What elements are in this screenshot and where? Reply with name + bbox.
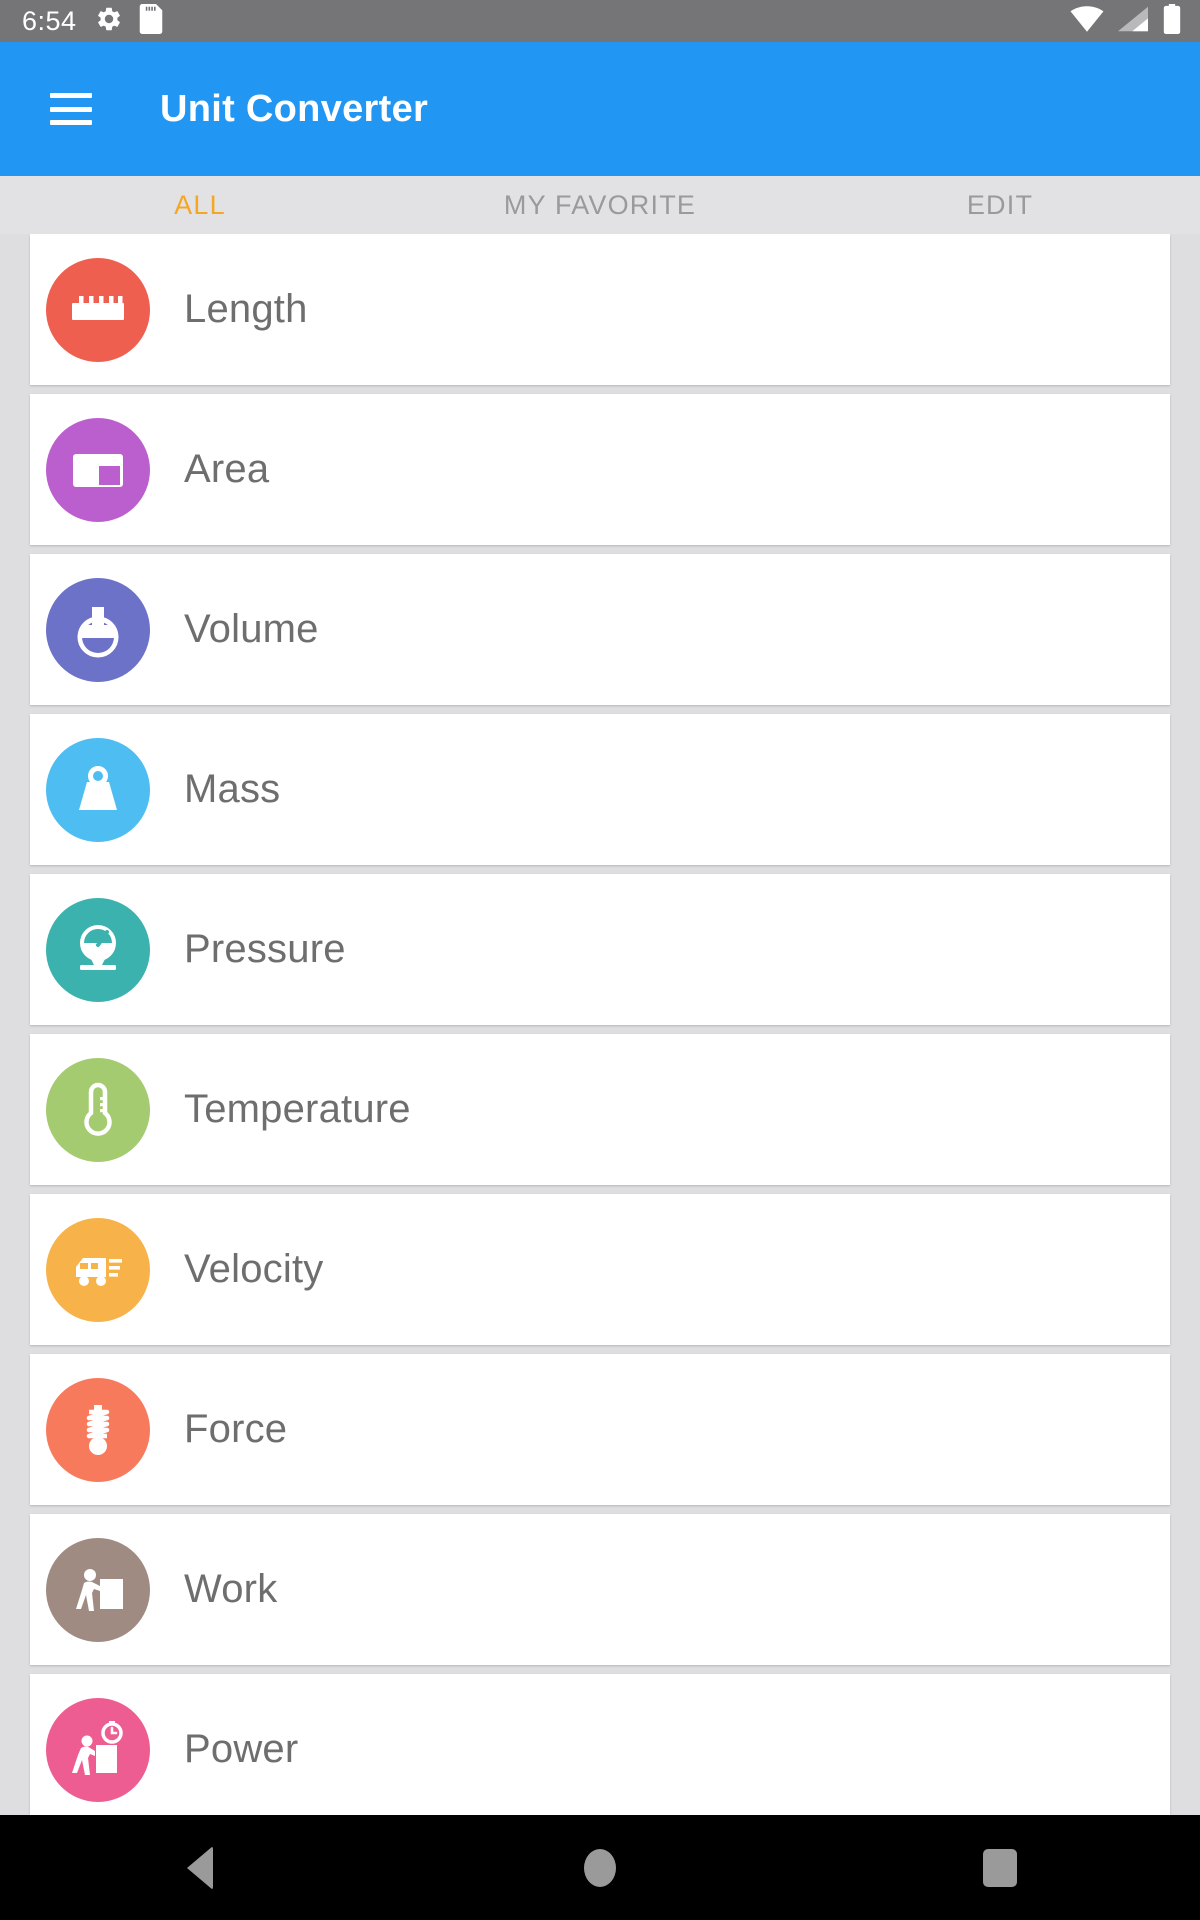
- ruler-icon: [46, 257, 150, 362]
- status-bar: 6:54: [0, 0, 1200, 42]
- hamburger-line: [50, 106, 92, 112]
- flask-icon: [46, 577, 150, 682]
- list-item-label: Length: [184, 287, 308, 331]
- battery-icon: [1162, 3, 1182, 39]
- area-rect-icon: [46, 417, 150, 522]
- sd-card-icon: [139, 3, 163, 39]
- tab-bar: ALL MY FAVORITE EDIT: [0, 176, 1200, 234]
- van-icon: [46, 1217, 150, 1322]
- gauge-icon: [46, 897, 150, 1002]
- person-push-box-stopwatch-icon: [46, 1697, 150, 1802]
- tab-edit[interactable]: EDIT: [800, 176, 1200, 234]
- list-item-length[interactable]: Length: [30, 234, 1170, 385]
- list-item-power[interactable]: Power: [30, 1674, 1170, 1815]
- page-title: Unit Converter: [160, 87, 429, 130]
- hamburger-line: [50, 120, 92, 125]
- hamburger-line: [50, 93, 92, 98]
- android-navigation-bar: [0, 1815, 1200, 1920]
- list-item-velocity[interactable]: Velocity: [30, 1194, 1170, 1345]
- wifi-icon: [1070, 5, 1104, 37]
- list-item-label: Volume: [184, 607, 319, 651]
- list-item-temperature[interactable]: Temperature: [30, 1034, 1170, 1185]
- home-button[interactable]: [540, 1815, 660, 1920]
- list-item-area[interactable]: Area: [30, 394, 1170, 545]
- tab-all[interactable]: ALL: [0, 176, 400, 234]
- circle-home-icon: [584, 1848, 616, 1887]
- list-item-label: Power: [184, 1727, 299, 1771]
- thermometer-icon: [46, 1057, 150, 1162]
- gear-icon: [95, 5, 123, 38]
- status-bar-system-icons: [1070, 3, 1182, 39]
- person-push-box-icon: [46, 1537, 150, 1642]
- list-item-force[interactable]: Force: [30, 1354, 1170, 1505]
- phone-screen: 6:54 Unit Converter ALL MY FAVORITE EDIT…: [0, 0, 1200, 1920]
- hamburger-menu-icon[interactable]: [50, 93, 92, 125]
- tab-my-favorite[interactable]: MY FAVORITE: [400, 176, 800, 234]
- list-item-label: Pressure: [184, 927, 346, 971]
- list-item-label: Mass: [184, 767, 281, 811]
- list-item-pressure[interactable]: Pressure: [30, 874, 1170, 1025]
- list-item-label: Temperature: [184, 1087, 411, 1131]
- list-item-label: Force: [184, 1407, 288, 1451]
- status-bar-clock: 6:54: [22, 6, 77, 36]
- list-item-work[interactable]: Work: [30, 1514, 1170, 1665]
- recents-button[interactable]: [940, 1815, 1060, 1920]
- unit-category-list[interactable]: Length Area Volume Mass Pressure Tempera…: [0, 234, 1200, 1815]
- list-item-volume[interactable]: Volume: [30, 554, 1170, 705]
- square-recents-icon: [983, 1848, 1017, 1887]
- weight-icon: [46, 737, 150, 842]
- spring-icon: [46, 1377, 150, 1482]
- list-item-mass[interactable]: Mass: [30, 714, 1170, 865]
- list-item-label: Velocity: [184, 1247, 324, 1291]
- app-bar: Unit Converter: [0, 42, 1200, 176]
- list-item-label: Area: [184, 447, 270, 491]
- back-button[interactable]: [140, 1815, 260, 1920]
- triangle-back-icon: [187, 1845, 213, 1890]
- status-bar-notification-icons: [95, 3, 163, 39]
- list-item-label: Work: [184, 1567, 278, 1611]
- cellular-signal-icon: [1118, 6, 1148, 37]
